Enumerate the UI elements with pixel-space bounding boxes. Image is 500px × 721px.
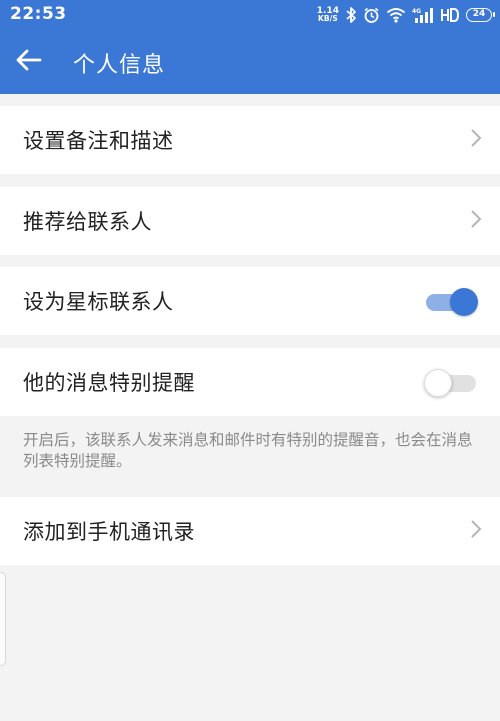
add-to-phone-contacts-row[interactable]: 添加到手机通讯录	[0, 497, 500, 565]
status-bar: 22:53 1.14 KB/S 4G 24	[0, 0, 500, 30]
set-remark-label: 设置备注和描述	[23, 129, 174, 153]
page-title: 个人信息	[73, 53, 166, 78]
back-button[interactable]	[10, 44, 48, 80]
reminder-hint-text: 开启后，该联系人发来消息和邮件时有特别的提醒音，也会在消息列表特别提醒。	[23, 431, 473, 470]
wifi-icon	[386, 7, 406, 23]
toggle-knob	[424, 369, 452, 397]
network-speed-unit: KB/S	[318, 14, 338, 23]
status-icons: 1.14 KB/S 4G 24	[317, 4, 495, 26]
chevron-right-icon	[470, 209, 482, 233]
recommend-contact-row[interactable]: 推荐给联系人	[0, 187, 500, 255]
hd-icon	[440, 7, 460, 23]
recommend-contact-label: 推荐给联系人	[23, 210, 152, 234]
toggle-knob	[450, 288, 478, 316]
star-contact-label: 设为星标联系人	[23, 290, 174, 314]
app-header: 22:53 1.14 KB/S 4G 24 个人信息	[0, 0, 500, 94]
svg-text:4G: 4G	[412, 8, 421, 15]
arrow-left-icon	[16, 49, 42, 75]
status-time: 22:53	[10, 4, 67, 24]
toolbar: 个人信息	[0, 30, 500, 94]
chevron-right-icon	[470, 519, 482, 543]
edge-drag-handle[interactable]	[0, 572, 6, 666]
special-reminder-toggle[interactable]	[424, 367, 478, 397]
network-speed: 1.14 KB/S	[317, 7, 339, 23]
add-to-phone-contacts-label: 添加到手机通讯录	[23, 520, 195, 544]
chevron-right-icon	[470, 128, 482, 152]
special-reminder-label: 他的消息特别提醒	[23, 371, 195, 395]
alarm-icon	[363, 7, 380, 24]
star-contact-toggle[interactable]	[424, 286, 478, 316]
battery-icon: 24	[466, 8, 495, 22]
bluetooth-icon	[345, 6, 357, 24]
set-remark-row[interactable]: 设置备注和描述	[0, 106, 500, 174]
signal-icon: 4G	[412, 7, 434, 24]
star-contact-row: 设为星标联系人	[0, 267, 500, 335]
special-reminder-row: 他的消息特别提醒	[0, 348, 500, 416]
